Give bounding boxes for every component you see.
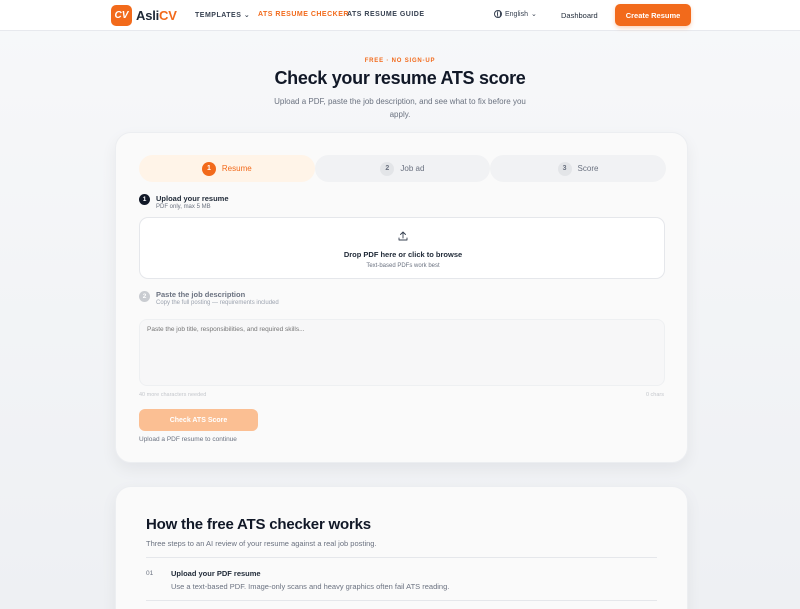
step-resume[interactable]: 1 Resume xyxy=(139,155,315,182)
how-step-number: 01 xyxy=(146,570,154,577)
step-label: Score xyxy=(577,164,599,173)
how-step-title: Upload your PDF resume xyxy=(171,569,261,578)
stepper: 1 Resume 2 Job ad 3 Score xyxy=(139,155,666,182)
step-label: Resume xyxy=(221,164,252,173)
create-resume-button[interactable]: Create Resume xyxy=(615,4,691,26)
chevron-down-icon: ⌄ xyxy=(530,11,537,18)
nav-ats-checker[interactable]: ATS RESUME CHECKER xyxy=(258,11,349,18)
chevron-down-icon: ⌄ xyxy=(243,12,251,19)
how-it-works-subtitle: Three steps to an AI review of your resu… xyxy=(146,539,377,548)
hero-kicker: FREE · NO SIGN-UP xyxy=(364,58,436,64)
pdf-dropzone[interactable]: Drop PDF here or click to browse Text-ba… xyxy=(139,217,665,279)
logo-text-prefix: Asli xyxy=(136,8,160,23)
step-number: 3 xyxy=(557,161,572,176)
job-section-number: 2 xyxy=(139,291,150,302)
step-label: Job ad xyxy=(400,164,425,173)
ats-checker-card: 1 Resume 2 Job ad 3 Score 1 Upload your … xyxy=(115,132,688,463)
job-description-input[interactable] xyxy=(139,319,665,386)
how-it-works-card: How the free ATS checker works Three ste… xyxy=(115,486,688,609)
page-title: Check your resume ATS score xyxy=(274,68,526,88)
nav-templates-label: TEMPLATES xyxy=(195,12,242,19)
language-selector[interactable]: English ⌄ xyxy=(494,10,537,18)
page-subtitle: Upload a PDF, paste the job description,… xyxy=(274,97,526,119)
dropzone-hint: Text-based PDFs work best xyxy=(366,263,440,269)
logo-mark-icon: CV xyxy=(111,5,132,26)
upload-icon xyxy=(398,231,408,241)
job-section-title: Paste the job description xyxy=(156,290,246,299)
how-step-description: Use a text-based PDF. Image-only scans a… xyxy=(171,582,450,591)
top-nav: CV AsliCV TEMPLATES ⌄ ATS RESUME CHECKER… xyxy=(0,0,800,31)
characters-needed: 40 more characters needed xyxy=(139,392,207,398)
dropzone-label: Drop PDF here or click to browse xyxy=(343,250,463,259)
language-label: English xyxy=(505,10,528,18)
upload-section-hint: PDF only, max 5 MB xyxy=(156,204,211,210)
logo-text-suffix: CV xyxy=(159,8,177,23)
job-section-hint: Copy the full posting — requirements inc… xyxy=(156,300,279,306)
divider xyxy=(146,600,657,601)
check-ats-score-button[interactable]: Check ATS Score xyxy=(139,409,258,431)
nav-templates[interactable]: TEMPLATES ⌄ xyxy=(195,11,250,19)
logo-text: AsliCV xyxy=(136,8,177,23)
step-number: 1 xyxy=(201,161,216,176)
logo[interactable]: CV AsliCV xyxy=(111,5,177,26)
nav-ats-guide[interactable]: ATS RESUME GUIDE xyxy=(347,11,425,18)
character-count: 0 chars xyxy=(645,392,664,398)
divider xyxy=(146,557,657,558)
globe-icon xyxy=(494,10,502,18)
continue-hint: Upload a PDF resume to continue xyxy=(139,436,237,443)
step-number: 2 xyxy=(380,161,395,176)
step-job-ad[interactable]: 2 Job ad xyxy=(314,155,491,182)
step-score[interactable]: 3 Score xyxy=(490,155,666,182)
upload-section-title: Upload your resume xyxy=(156,194,229,203)
dashboard-link[interactable]: Dashboard xyxy=(561,11,598,20)
how-it-works-title: How the free ATS checker works xyxy=(146,516,371,533)
upload-section-number: 1 xyxy=(139,194,150,205)
